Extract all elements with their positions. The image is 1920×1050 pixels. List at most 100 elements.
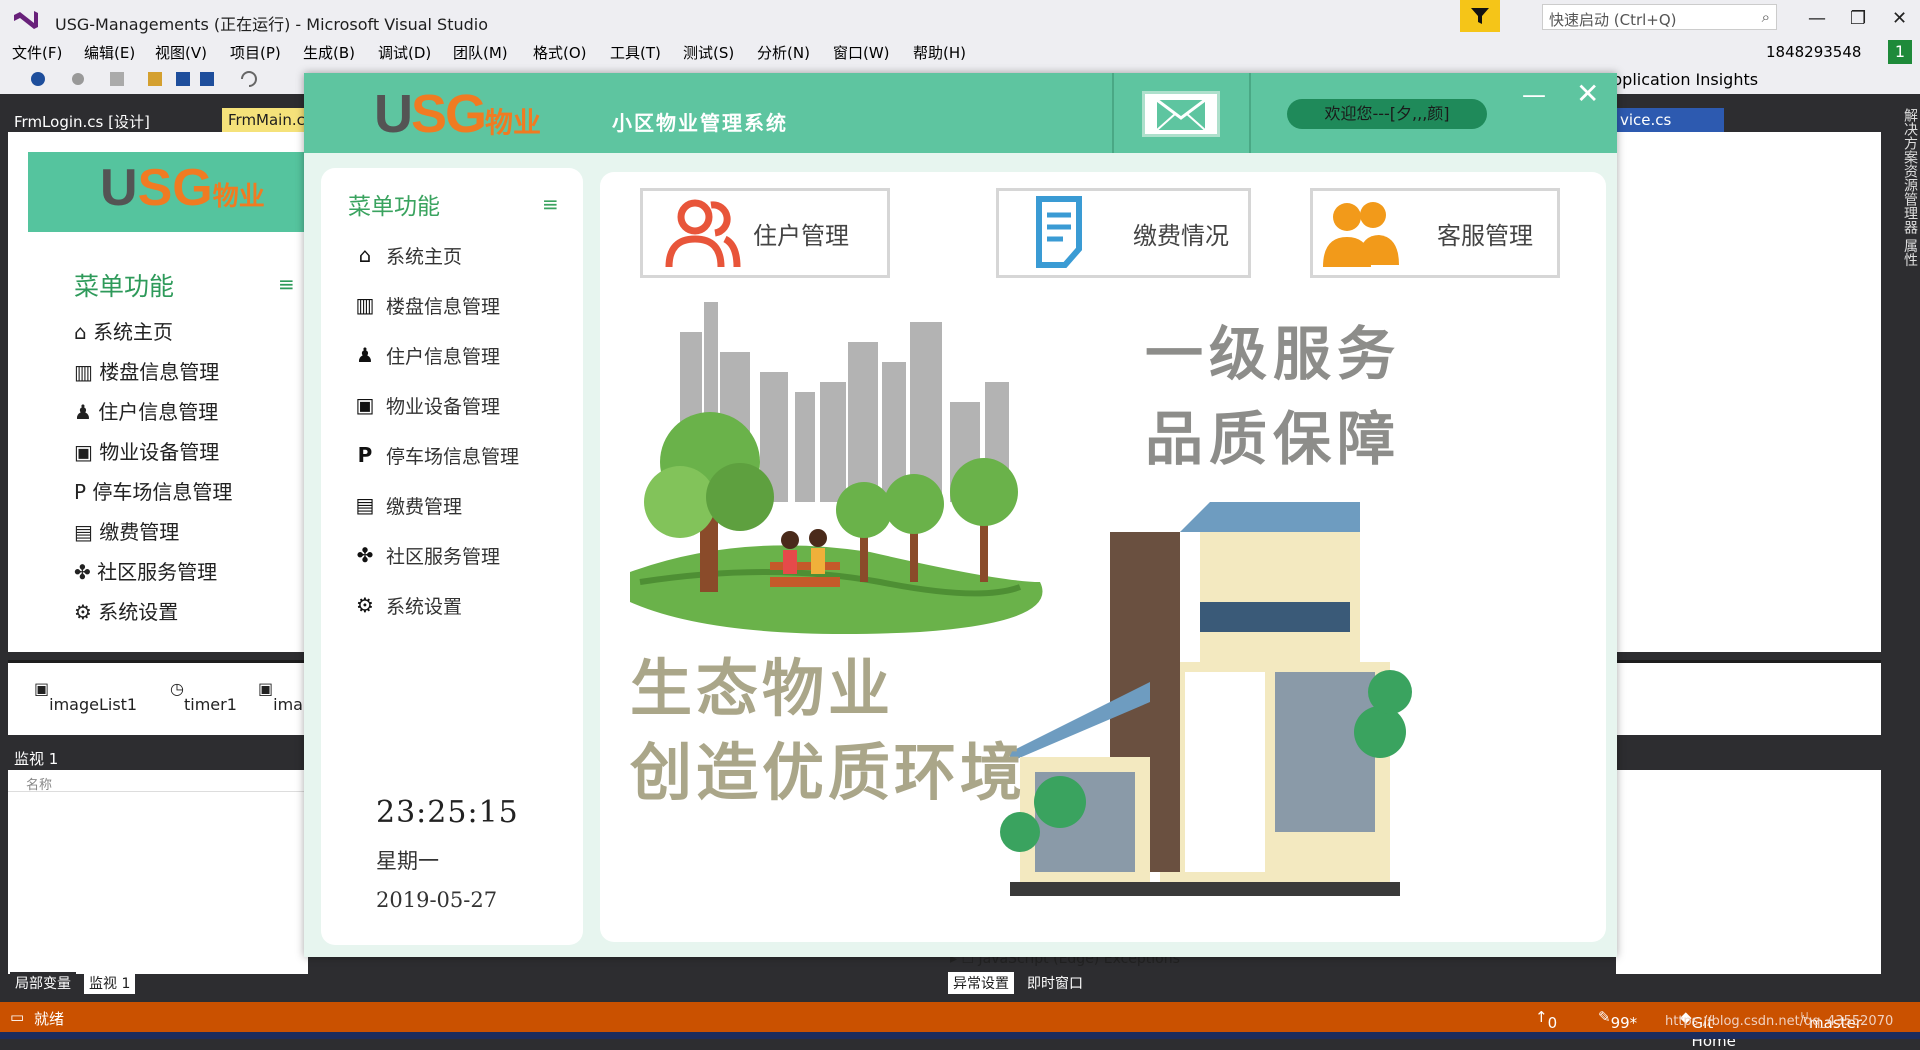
parking-icon: P: [357, 443, 373, 467]
quick-launch-input[interactable]: 快速启动 (Ctrl+Q) ⌕: [1542, 4, 1777, 30]
menu-project[interactable]: 项目(P): [230, 42, 281, 63]
clock-weekday: 星期一: [376, 849, 439, 873]
tab-locals[interactable]: 局部变量: [10, 972, 76, 994]
account-name[interactable]: 1848293548: [1766, 43, 1861, 61]
service-icon: [1323, 202, 1399, 267]
tray-imagelist2[interactable]: ▣ ima: [258, 679, 303, 714]
menu-tools[interactable]: 工具(T): [610, 42, 661, 63]
menu-edit[interactable]: 编辑(E): [84, 42, 135, 63]
vs-window-title: USG-Managements (正在运行) - Microsoft Visua…: [55, 15, 489, 34]
status-ready: 就绪: [34, 1010, 65, 1028]
menu-team[interactable]: 团队(M): [453, 42, 508, 63]
vs-menu-bar: 文件(F) 编辑(E) 视图(V) 项目(P) 生成(B) 调试(D) 团队(M…: [0, 40, 1920, 64]
app-window: USG物业 小区物业管理系统 欢迎您---[夕,,,颜] — ✕ 菜单功能 ≡ …: [304, 73, 1617, 957]
menu-help[interactable]: 帮助(H): [913, 42, 966, 63]
resident-icon: ♟: [356, 343, 374, 367]
menu-window[interactable]: 窗口(W): [833, 42, 890, 63]
designer-item: ⚙ 系统设置: [74, 600, 179, 624]
designer-item: ♟ 住户信息管理: [74, 400, 219, 424]
sidebar-item-building[interactable]: ▥ 楼盘信息管理: [352, 287, 567, 323]
designer-menu-toggle-icon: ≡: [278, 272, 295, 296]
menu-test[interactable]: 测试(S): [683, 42, 734, 63]
designer-item: ⌂ 系统主页: [74, 320, 174, 344]
taskbar: [0, 1032, 1920, 1039]
search-icon: ⌕: [1761, 8, 1770, 26]
menu-title: 菜单功能: [348, 194, 440, 220]
tab-watch1[interactable]: 监视 1: [84, 972, 136, 994]
home-icon: ⌂: [358, 243, 372, 267]
menu-view[interactable]: 视图(V): [155, 42, 207, 63]
tray-timer1[interactable]: ◷ timer1: [170, 679, 237, 714]
toolbar-icons[interactable]: [0, 64, 300, 94]
tab-immediate[interactable]: 即时窗口: [1022, 972, 1088, 994]
menu-build[interactable]: 生成(B): [303, 42, 355, 63]
vs-title-bar: USG-Managements (正在运行) - Microsoft Visua…: [0, 0, 1920, 40]
billing-card[interactable]: 缴费情况: [996, 188, 1251, 278]
minimize-icon[interactable]: —: [1808, 8, 1826, 29]
notification-badge[interactable]: 1: [1888, 40, 1912, 64]
menu-toggle-icon[interactable]: ≡: [542, 192, 559, 216]
logo: USG物业: [374, 84, 542, 144]
application-insights-button[interactable]: pplication Insights: [1612, 70, 1758, 89]
designer-form-header: USG物业: [28, 152, 308, 232]
sidebar-item-settings[interactable]: ⚙ 系统设置: [352, 587, 567, 623]
restore-icon[interactable]: ❐: [1850, 8, 1866, 29]
building-icon: ▥: [355, 293, 375, 317]
solution-explorer-strip[interactable]: 解决方案资源管理器 属性: [1884, 100, 1920, 1000]
mail-button[interactable]: [1142, 91, 1220, 137]
watch-panel: 监视 1 名称: [8, 744, 308, 974]
menu-file[interactable]: 文件(F): [12, 42, 62, 63]
residents-card-label: 住户管理: [753, 221, 849, 250]
sidebar-item-community[interactable]: ✤ 社区服务管理: [352, 537, 567, 573]
app-close-icon[interactable]: ✕: [1576, 77, 1599, 110]
sidebar-item-parking[interactable]: P 停车场信息管理: [352, 437, 567, 473]
status-icon: ▭: [10, 1008, 25, 1026]
sidebar-item-home[interactable]: ⌂ 系统主页: [352, 237, 567, 273]
sidebar-item-residents[interactable]: ♟ 住户信息管理: [352, 337, 567, 373]
tab-exception-settings[interactable]: 异常设置: [948, 972, 1014, 994]
service-card-label: 客服管理: [1437, 221, 1533, 250]
visual-studio-icon: [14, 11, 38, 29]
designer-item: ▥ 楼盘信息管理: [74, 360, 220, 384]
status-up-count[interactable]: ↑ 0: [1535, 1008, 1557, 1032]
status-edits[interactable]: ✎ 99*: [1598, 1008, 1637, 1032]
app-header: USG物业 小区物业管理系统 欢迎您---[夕,,,颜] — ✕: [304, 73, 1617, 153]
billing-card-label: 缴费情况: [1133, 221, 1229, 250]
tray-imagelist1[interactable]: ▣ imageList1: [34, 679, 137, 714]
close-icon[interactable]: ✕: [1892, 8, 1907, 29]
exception-panel-header: [1616, 744, 1881, 770]
menu-analyze[interactable]: 分析(N): [757, 42, 810, 63]
designer-menu-title: 菜单功能: [74, 272, 175, 301]
exception-settings-panel: [1616, 744, 1881, 974]
system-title: 小区物业管理系统: [612, 111, 788, 135]
city-illustration: [630, 302, 1412, 896]
menu-format[interactable]: 格式(O): [533, 42, 587, 63]
watch-name-column[interactable]: 名称: [8, 770, 308, 793]
tab-frmlogin-design[interactable]: FrmLogin.cs [设计]: [8, 108, 218, 132]
slogan-eco: 生态物业: [630, 652, 895, 725]
designer-item: P 停车场信息管理: [74, 480, 233, 504]
status-bar: ▭ 就绪 ↑ 0 ✎ 99* ◆ Git Home ⑂ master https…: [0, 1002, 1920, 1050]
settings-icon: ⚙: [356, 593, 374, 617]
slogan-service: 一级服务: [1145, 320, 1402, 388]
tab-frmmain[interactable]: FrmMain.c: [222, 108, 312, 132]
feedback-filter-icon[interactable]: [1460, 0, 1500, 32]
menu-debug[interactable]: 调试(D): [378, 42, 431, 63]
tab-service-cs[interactable]: vice.cs: [1614, 108, 1724, 132]
service-card[interactable]: 客服管理: [1310, 188, 1560, 278]
payment-icon: ▤: [355, 493, 375, 517]
clock-date: 2019-05-27: [376, 888, 498, 912]
header-divider: [1112, 73, 1114, 153]
residents-card[interactable]: 住户管理: [640, 188, 890, 278]
residents-icon: [665, 199, 741, 268]
welcome-badge: 欢迎您---[夕,,,颜]: [1287, 99, 1487, 129]
header-divider: [1249, 73, 1251, 153]
sidebar-item-payment[interactable]: ▤ 缴费管理: [352, 487, 567, 523]
sidebar-item-devices[interactable]: ▣ 物业设备管理: [352, 387, 567, 423]
watermark: https://blog.csdn.net/qq_43552070: [1665, 1014, 1894, 1029]
community-icon: ✤: [356, 543, 374, 567]
designer-item: ✤ 社区服务管理: [74, 560, 218, 584]
clock-time: 23:25:15: [376, 795, 519, 830]
mail-icon: [1156, 98, 1206, 131]
app-minimize-icon[interactable]: —: [1522, 81, 1546, 109]
